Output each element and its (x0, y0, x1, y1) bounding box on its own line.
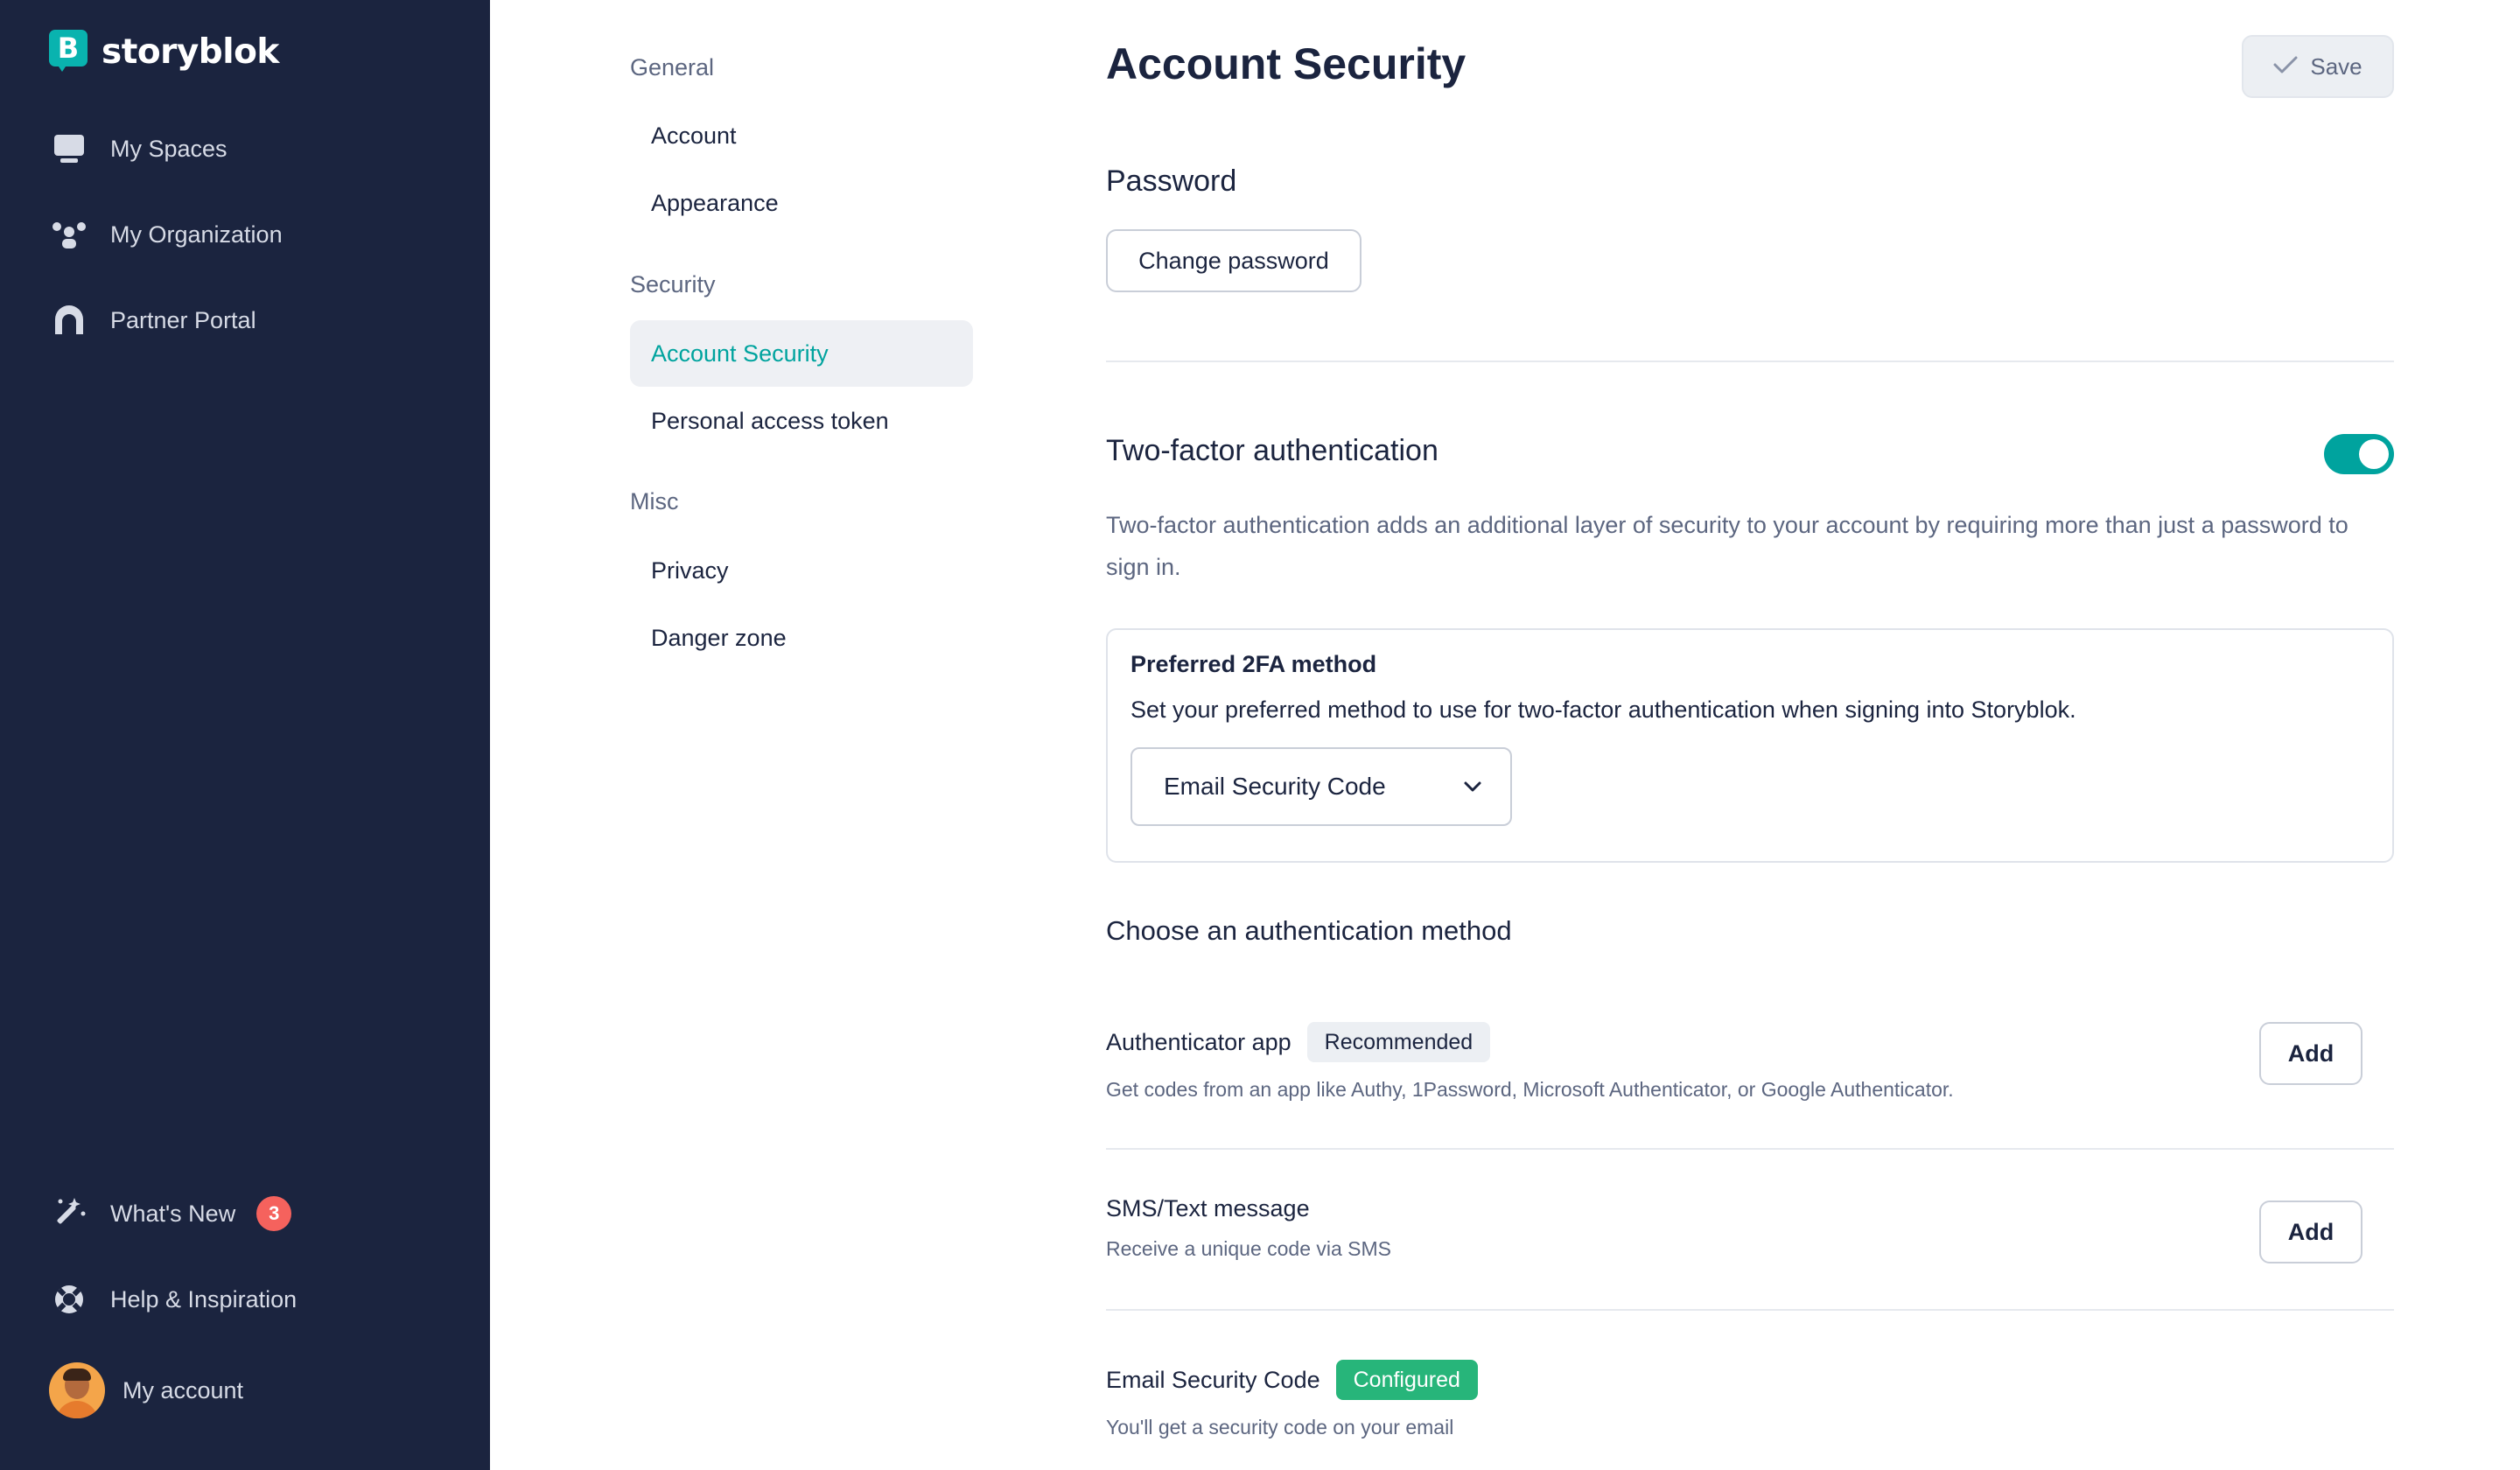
select-value: Email Security Code (1164, 773, 1386, 800)
method-sms: SMS/Text message (1106, 1195, 1310, 1222)
toggle-knob (2359, 439, 2389, 469)
magic-wand-icon (49, 1194, 89, 1234)
sidebar-item-partner-portal[interactable]: Partner Portal (49, 298, 256, 342)
subnav-group-title: General (630, 54, 715, 80)
method-email-security-code: Email Security Code Configured (1106, 1360, 1478, 1400)
method-divider (1106, 1148, 2394, 1150)
add-sms-button[interactable]: Add (2259, 1200, 2362, 1264)
storyblok-logo[interactable]: B storyblok (49, 30, 279, 74)
preferred-2fa-title: Preferred 2FA method (1130, 651, 1377, 677)
method-description: Receive a unique code via SMS (1106, 1237, 1392, 1260)
subnav-group-title: Security (630, 271, 716, 298)
recommended-badge: Recommended (1306, 1022, 1491, 1062)
main-content: Account Security Save Password Change pa… (1106, 0, 2394, 1470)
preferred-2fa-text: Set your preferred method to use for two… (1130, 696, 2076, 723)
avatar (49, 1362, 105, 1418)
two-factor-toggle[interactable] (2324, 434, 2394, 474)
sidebar-item-whats-new[interactable]: What's New 3 (49, 1192, 292, 1236)
sidebar-item-my-spaces[interactable]: My Spaces (49, 127, 228, 171)
sidebar-item-label: Help & Inspiration (110, 1285, 298, 1312)
lifebuoy-icon (49, 1279, 89, 1320)
add-authenticator-app-button[interactable]: Add (2259, 1022, 2362, 1085)
people-group-icon (49, 214, 89, 255)
arch-icon (49, 300, 89, 340)
subnav-item-danger-zone[interactable]: Danger zone (630, 605, 973, 671)
section-divider (1106, 360, 2394, 362)
sidebar-item-label: My Spaces (110, 135, 228, 162)
save-button[interactable]: Save (2242, 35, 2394, 98)
subnav-group-title: Misc (630, 488, 679, 514)
password-section-title: Password (1106, 164, 1237, 198)
app-root: B storyblok My Spaces My Organization Pa… (0, 0, 2520, 1470)
configured-badge: Configured (1335, 1360, 1478, 1400)
sidebar-item-my-organization[interactable]: My Organization (49, 213, 283, 256)
subnav-item-account-security[interactable]: Account Security (630, 320, 973, 387)
logo-text: storyblok (102, 32, 279, 72)
sidebar-item-label: My Organization (110, 220, 283, 248)
two-factor-section-title: Two-factor authentication (1106, 434, 1438, 467)
two-factor-description: Two-factor authentication adds an additi… (1106, 512, 2348, 580)
page-title: Account Security (1106, 39, 1466, 88)
method-description: You'll get a security code on your email (1106, 1416, 1454, 1438)
subnav-item-personal-access-token[interactable]: Personal access token (630, 388, 973, 454)
sidebar-item-label: What's New (110, 1200, 236, 1227)
preferred-2fa-card: Preferred 2FA method Set your preferred … (1106, 628, 2394, 863)
subnav-item-privacy[interactable]: Privacy (630, 537, 973, 604)
method-description: Get codes from an app like Authy, 1Passw… (1106, 1078, 1954, 1101)
method-divider (1106, 1309, 2394, 1311)
subnav-item-account[interactable]: Account (630, 102, 973, 169)
sidebar-item-help-inspiration[interactable]: Help & Inspiration (49, 1278, 297, 1321)
method-name: Authenticator app (1106, 1028, 1292, 1055)
sidebar-item-label: My account (122, 1376, 244, 1404)
save-button-label: Save (2310, 52, 2362, 80)
sidebar-item-label: Partner Portal (110, 306, 256, 333)
check-icon (2273, 53, 2298, 80)
choose-method-title: Choose an authentication method (1106, 915, 1512, 946)
method-name: SMS/Text message (1106, 1195, 1310, 1222)
storyblok-logo-icon: B (49, 30, 88, 74)
sidebar-item-my-account[interactable]: My account (49, 1362, 244, 1418)
notification-count-badge: 3 (256, 1196, 292, 1231)
chevron-down-icon (1461, 775, 1484, 804)
preferred-2fa-select[interactable]: Email Security Code (1130, 747, 1512, 826)
change-password-button[interactable]: Change password (1106, 229, 1362, 292)
subnav-item-appearance[interactable]: Appearance (630, 170, 973, 236)
monitor-icon (49, 129, 89, 169)
method-authenticator-app: Authenticator app Recommended (1106, 1022, 1491, 1062)
method-name: Email Security Code (1106, 1366, 1320, 1393)
main-sidebar: B storyblok My Spaces My Organization Pa… (0, 0, 490, 1470)
